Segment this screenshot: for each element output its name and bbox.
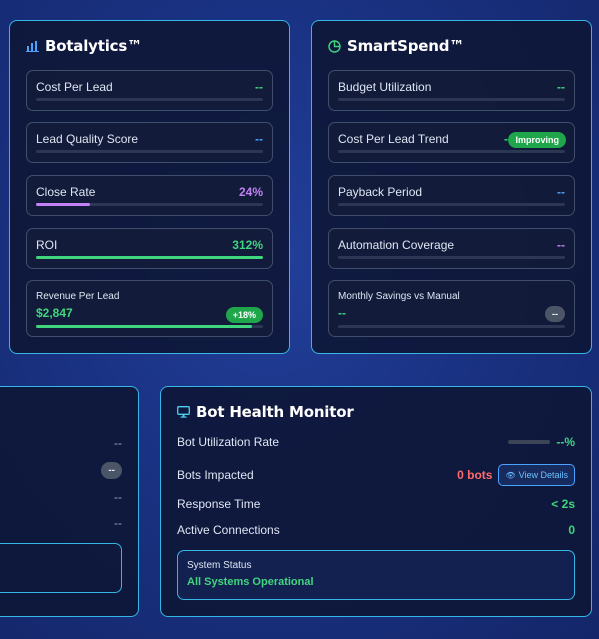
metric-label: Cost Per Lead bbox=[36, 80, 113, 94]
bot-health-panel: Bot Health Monitor Bot Utilization Rate … bbox=[160, 386, 592, 617]
metric-progress-bar bbox=[36, 98, 263, 101]
metric-label: Revenue Per Lead bbox=[36, 291, 120, 302]
eye-icon: 👁 bbox=[505, 470, 516, 480]
impacted-label: Bots Impacted bbox=[177, 468, 254, 482]
metric-label: Budget Utilization bbox=[338, 80, 432, 94]
metric-label: Cost Per Lead Trend bbox=[338, 132, 449, 146]
revenue-change-badge: +18% bbox=[225, 307, 263, 323]
left-value-1: -- bbox=[114, 436, 122, 450]
metric-progress-bar bbox=[36, 203, 263, 206]
bot-health-title: Bot Health Monitor bbox=[177, 403, 354, 421]
utilization-value: --% bbox=[556, 435, 575, 449]
pie-chart-icon bbox=[328, 39, 341, 53]
metric-automation-coverage[interactable]: Automation Coverage -- bbox=[328, 228, 575, 269]
smartspend-panel: SmartSpend™ Budget Utilization -- Cost P… bbox=[311, 20, 592, 354]
metric-progress-bar bbox=[338, 325, 565, 328]
left-status-box bbox=[0, 543, 122, 593]
metric-progress-bar bbox=[36, 325, 263, 328]
system-status-value: All Systems Operational bbox=[187, 576, 314, 588]
metric-close-rate[interactable]: Close Rate 24% bbox=[26, 175, 273, 216]
active-connections-row: Active Connections 0 bbox=[177, 520, 575, 540]
metric-cost-per-lead-trend[interactable]: Cost Per Lead Trend -- Improving bbox=[328, 122, 575, 163]
metric-label: Close Rate bbox=[36, 185, 96, 199]
left-value-3: -- bbox=[114, 490, 122, 504]
metric-progress-bar bbox=[338, 203, 565, 206]
utilization-label: Bot Utilization Rate bbox=[177, 435, 280, 449]
view-details-button[interactable]: 👁 View Details bbox=[498, 464, 575, 486]
metric-value: -- bbox=[338, 306, 346, 320]
savings-badge: -- bbox=[545, 306, 565, 322]
view-details-label: View Details bbox=[518, 470, 568, 480]
response-value: < 2s bbox=[551, 497, 575, 511]
metric-progress-bar bbox=[36, 150, 263, 153]
system-status-label: System Status bbox=[187, 560, 252, 571]
metric-roi[interactable]: ROI 312% bbox=[26, 228, 273, 269]
botalytics-title-text: Botalytics™ bbox=[45, 37, 142, 55]
left-value-badge: -- bbox=[101, 462, 122, 479]
metric-revenue-per-lead[interactable]: Revenue Per Lead $2,847 +18% bbox=[26, 280, 273, 337]
utilization-bar bbox=[508, 440, 551, 444]
metric-value: -- bbox=[557, 80, 565, 94]
impacted-value: 0 bots bbox=[457, 468, 493, 482]
botalytics-panel: Botalytics™ Cost Per Lead -- Lead Qualit… bbox=[9, 20, 290, 354]
metric-label: Lead Quality Score bbox=[36, 132, 139, 146]
bar-chart-icon bbox=[26, 41, 39, 52]
left-value-4: -- bbox=[114, 516, 122, 530]
system-status-box: System Status All Systems Operational bbox=[177, 550, 575, 600]
metric-progress-bar bbox=[338, 256, 565, 259]
response-label: Response Time bbox=[177, 497, 261, 511]
smartspend-title-text: SmartSpend™ bbox=[347, 37, 465, 55]
botalytics-title: Botalytics™ bbox=[26, 37, 142, 55]
metric-progress-bar bbox=[338, 98, 565, 101]
smartspend-title: SmartSpend™ bbox=[328, 37, 464, 55]
metric-value: -- bbox=[255, 80, 263, 94]
metric-monthly-savings[interactable]: Monthly Savings vs Manual -- -- bbox=[328, 280, 575, 337]
metric-budget-utilization[interactable]: Budget Utilization -- bbox=[328, 70, 575, 111]
metric-value: 312% bbox=[232, 238, 263, 252]
left-partial-panel: -- -- -- -- bbox=[0, 386, 139, 617]
connections-value: 0 bbox=[568, 523, 575, 537]
metric-value: -- bbox=[557, 238, 565, 252]
metric-label: Automation Coverage bbox=[338, 238, 455, 252]
trend-badge: Improving bbox=[508, 132, 566, 148]
metric-label: ROI bbox=[36, 238, 58, 252]
metric-progress-bar bbox=[338, 150, 565, 153]
metric-progress-bar bbox=[36, 256, 263, 259]
monitor-icon bbox=[177, 406, 190, 418]
connections-label: Active Connections bbox=[177, 523, 280, 537]
metric-value: -- bbox=[557, 185, 565, 199]
metric-lead-quality-score[interactable]: Lead Quality Score -- bbox=[26, 122, 273, 163]
metric-value: $2,847 bbox=[36, 306, 73, 320]
bot-utilization-row: Bot Utilization Rate --% bbox=[177, 432, 575, 452]
bots-impacted-row: Bots Impacted 0 bots 👁 View Details bbox=[177, 463, 575, 487]
metric-payback-period[interactable]: Payback Period -- bbox=[328, 175, 575, 216]
metric-label: Payback Period bbox=[338, 185, 423, 199]
metric-cost-per-lead[interactable]: Cost Per Lead -- bbox=[26, 70, 273, 111]
response-time-row: Response Time < 2s bbox=[177, 494, 575, 514]
bot-health-title-text: Bot Health Monitor bbox=[196, 403, 354, 421]
metric-label: Monthly Savings vs Manual bbox=[338, 291, 460, 302]
metric-value: 24% bbox=[238, 185, 263, 199]
metric-value: -- bbox=[255, 132, 263, 146]
